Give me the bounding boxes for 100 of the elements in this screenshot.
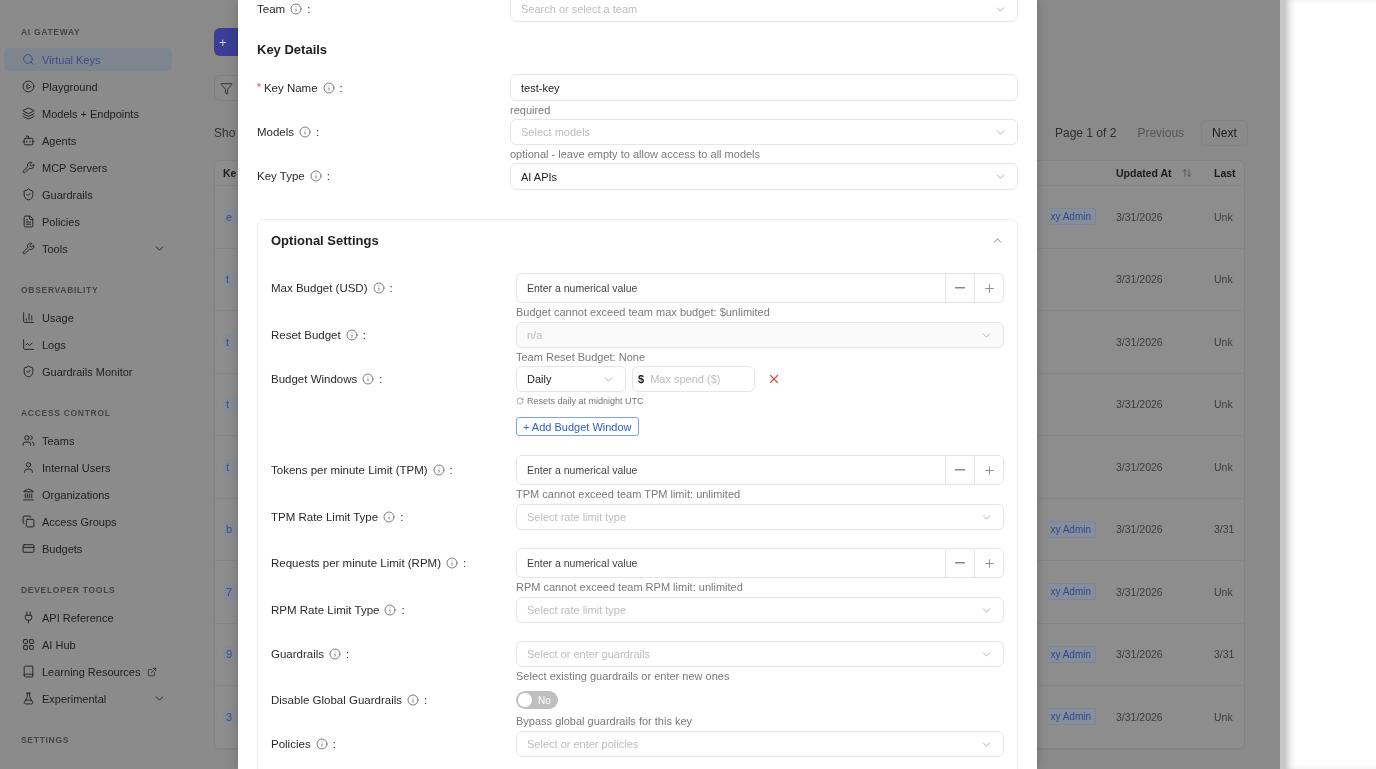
number-field[interactable]: Enter a numerical value xyxy=(516,273,1004,303)
table-cell-text: 3/31/2026 xyxy=(1116,273,1164,286)
help-text: RPM cannot exceed team RPM limit: unlimited xyxy=(516,580,744,595)
shield-icon xyxy=(22,188,35,201)
help-text: optional - leave empty to allow access to all models xyxy=(510,147,762,162)
create-button[interactable]: + xyxy=(214,28,238,56)
field-label: Max Budget (USD) xyxy=(271,282,368,294)
external-link-icon xyxy=(147,666,158,677)
table-cell-text: 3/31/2026 xyxy=(1116,585,1164,598)
select-field[interactable]: Daily xyxy=(516,366,626,392)
select-field[interactable]: AI APIs xyxy=(510,163,1018,190)
label-colon: : xyxy=(326,170,330,182)
label-colon: : xyxy=(424,694,428,706)
label-colon: : xyxy=(463,557,467,569)
role-tag: xy Admin xyxy=(1049,520,1096,538)
field-label: RPM Rate Limit Type xyxy=(271,604,380,616)
nav-item[interactable]: Tools xyxy=(4,237,172,260)
label-colon: : xyxy=(362,329,366,341)
nav-item[interactable]: Logs xyxy=(4,333,172,356)
role-tag: xy Admin xyxy=(1049,645,1096,663)
add-budget-window-button[interactable]: + Add Budget Window xyxy=(516,417,639,436)
table-cell-text: Unk xyxy=(1214,210,1234,223)
layers-icon xyxy=(22,107,35,120)
table-cell-text: 3/31/2026 xyxy=(1116,523,1164,536)
number-input[interactable]: Enter a numerical value xyxy=(517,274,945,302)
number-input[interactable]: Enter a numerical value xyxy=(517,456,945,484)
nav-item[interactable]: MCP Servers xyxy=(4,156,172,179)
nav-item[interactable]: API Reference xyxy=(4,606,172,629)
play-circle-icon xyxy=(22,80,35,93)
label-colon: : xyxy=(389,282,393,294)
nav-item[interactable]: Models + Endpoints xyxy=(4,102,172,125)
table-cell-text: 3/31/2026 xyxy=(1116,460,1164,473)
nav-item[interactable]: Budgets xyxy=(4,537,172,560)
label-colon: : xyxy=(339,81,343,94)
section-heading: OBSERVABILITY xyxy=(20,284,100,297)
table-cell-text: 3/31/2026 xyxy=(1116,335,1164,348)
refresh-icon xyxy=(516,397,524,405)
user-icon xyxy=(22,461,35,474)
card-icon xyxy=(22,542,35,555)
label-colon: : xyxy=(400,511,404,523)
next-button[interactable]: Next xyxy=(1201,120,1248,146)
number-input[interactable]: Enter a numerical value xyxy=(517,549,945,577)
amount-field[interactable]: $ Max spend ($) xyxy=(632,366,755,392)
bank-icon xyxy=(22,488,35,501)
showing-text: Sho xyxy=(214,126,237,140)
field-label: Key Name xyxy=(263,81,318,94)
table-cell-text: Unk xyxy=(1214,710,1234,723)
column-header[interactable]: Last xyxy=(1214,167,1244,179)
column-header[interactable]: Ke xyxy=(215,167,239,179)
table-cell-text: 3/31/2026 xyxy=(1116,398,1164,411)
info-icon xyxy=(322,81,335,94)
field-label: Tokens per minute Limit (TPM) xyxy=(271,464,428,476)
nav-item[interactable]: Policies xyxy=(4,210,172,233)
nav-item[interactable]: Experimental xyxy=(4,687,172,710)
book-icon xyxy=(22,665,35,678)
help-text: Select existing guardrails or enter new ones xyxy=(516,669,731,684)
line-chart-icon xyxy=(22,338,35,351)
nav-item[interactable]: Playground xyxy=(4,75,172,98)
help-text: Budget cannot exceed team max budget: $unlimited xyxy=(516,305,771,320)
nav-item[interactable]: Guardrails xyxy=(4,183,172,206)
number-field[interactable]: Enter a numerical value xyxy=(516,548,1004,578)
role-tag: xy Admin xyxy=(1049,708,1096,726)
hint-text: Resets daily at midnight UTC xyxy=(527,396,644,406)
nav-item[interactable]: Guardrails Monitor xyxy=(4,360,172,383)
nav-item[interactable]: Learning Resources xyxy=(4,660,172,683)
shield-icon xyxy=(22,365,35,378)
minus-icon xyxy=(955,287,965,289)
wrench-icon xyxy=(22,242,35,255)
info-icon xyxy=(309,170,322,182)
copy-icon xyxy=(22,515,35,528)
info-icon xyxy=(432,464,445,476)
remove-icon[interactable] xyxy=(767,372,781,386)
table-cell-text: 3/31/2026 xyxy=(1116,648,1164,661)
info-icon xyxy=(315,738,328,750)
nav-item[interactable]: Organizations xyxy=(4,483,172,506)
table-cell-text: 3/31 xyxy=(1214,648,1236,661)
number-field[interactable]: Enter a numerical value xyxy=(516,455,1004,485)
table-cell-text: 3/31 xyxy=(1214,523,1236,536)
nav-item[interactable]: Usage xyxy=(4,306,172,329)
nav-item[interactable]: Teams xyxy=(4,429,172,452)
plus-icon xyxy=(982,556,996,570)
section-heading: Key Details xyxy=(257,41,329,59)
table-cell-text: 3/31/2026 xyxy=(1116,210,1164,223)
section-heading: DEVELOPER TOOLS xyxy=(20,584,117,597)
wrench-icon xyxy=(22,161,35,174)
section-heading: SETTINGS xyxy=(20,734,71,747)
table-cell-text: Unk xyxy=(1214,273,1234,286)
column-header[interactable]: Updated At xyxy=(1116,167,1214,179)
nav-item[interactable]: Access Groups xyxy=(4,510,172,533)
label-colon: : xyxy=(379,373,383,385)
nav-item[interactable]: Internal Users xyxy=(4,456,172,479)
nav-item[interactable]: AI Hub xyxy=(4,633,172,656)
section-heading: ACCESS CONTROL xyxy=(20,407,112,420)
nav-item[interactable]: Agents xyxy=(4,129,172,152)
role-tag: xy Admin xyxy=(1049,583,1096,601)
table-cell-text: Unk xyxy=(1214,460,1234,473)
field-label: Disable Global Guardrails xyxy=(271,694,403,706)
table-cell-text: Unk xyxy=(1214,335,1234,348)
help-text: Team Reset Budget: None xyxy=(516,350,647,365)
text-input[interactable]: test-key xyxy=(510,74,1018,101)
